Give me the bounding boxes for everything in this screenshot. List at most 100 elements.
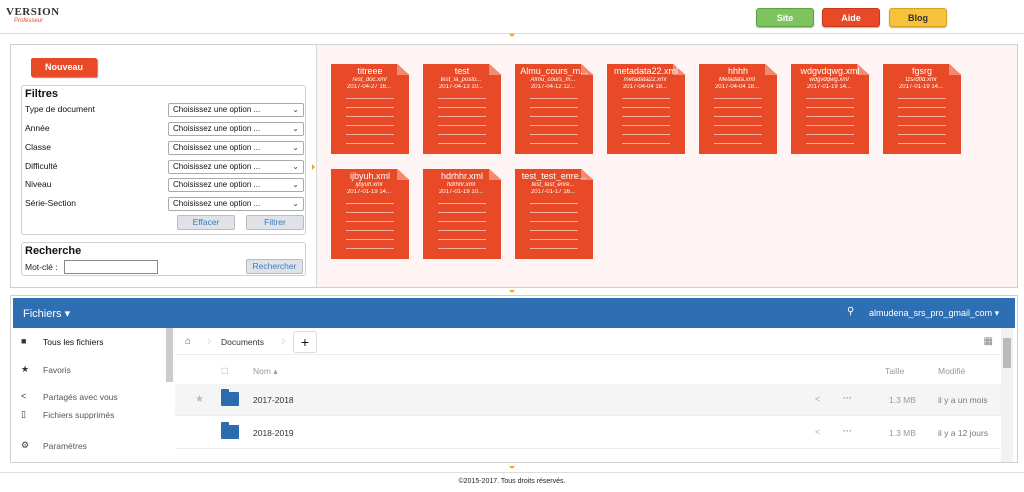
text-line — [622, 134, 670, 135]
home-icon[interactable]: ⌂ — [185, 336, 191, 347]
document-file: hdrhhr.xml — [446, 182, 476, 188]
annee-select[interactable]: Choisissez une option ... ⌄ — [168, 122, 304, 136]
text-line — [530, 98, 578, 99]
document-date: 2017-04-27 16... — [346, 84, 392, 90]
document-date: 2017-01-17 16... — [530, 189, 576, 195]
text-line — [438, 212, 486, 213]
grid-view-icon[interactable]: ▦ — [984, 336, 993, 347]
sidebar-item-label: Tous les fichiers — [43, 337, 104, 347]
resize-arrow-icon[interactable] — [312, 164, 315, 170]
site-button[interactable]: Site — [756, 8, 814, 27]
more-icon[interactable]: ··· — [843, 426, 852, 436]
document-card[interactable]: hhhh Metadata.xml 2017-04-04 18... — [699, 64, 777, 154]
difficulte-select[interactable]: Choisissez une option ... ⌄ — [168, 160, 304, 174]
search-icon[interactable]: ⚲ — [847, 306, 854, 317]
file-size: 1.3 MB — [889, 428, 916, 438]
text-line — [714, 107, 762, 108]
sidebar-scrollbar[interactable] — [166, 328, 173, 382]
filter-label: Année — [25, 123, 50, 133]
document-file: wdgvdqwg.xml — [809, 77, 849, 83]
text-line — [530, 221, 578, 222]
text-line — [530, 212, 578, 213]
document-title: ijbyuh.xml — [349, 171, 390, 181]
filter-label: Classe — [25, 142, 51, 152]
text-line — [346, 221, 394, 222]
chevron-down-icon: ⌄ — [292, 199, 299, 208]
folder-icon — [221, 389, 239, 406]
blog-button[interactable]: Blog — [889, 8, 947, 27]
table-row[interactable]: ★ 2017-2018 < ··· 1.3 MB il y a un mois — [175, 384, 1001, 416]
text-line — [438, 98, 486, 99]
document-file: ijbyuh.xml — [355, 182, 383, 188]
gear-icon: ⚙ — [21, 440, 30, 450]
document-card[interactable]: test test_la_posto... 2017-04-13 10... — [423, 64, 501, 154]
table-row[interactable]: 2018-2019 < ··· 1.3 MB il y a 12 jours — [175, 417, 1001, 449]
text-line — [714, 116, 762, 117]
star-icon[interactable]: ★ — [195, 394, 204, 405]
text-line — [898, 134, 946, 135]
document-card[interactable]: Almu_cours_m... Almu_cours_m... 2017-04-12… — [515, 64, 593, 154]
trash-icon: ▯ — [21, 409, 26, 419]
folder-icon: ■ — [21, 336, 27, 346]
column-modified[interactable]: Modifié — [938, 366, 965, 376]
sidebar-item-label: Paramètres — [43, 441, 87, 451]
breadcrumb-documents[interactable]: Documents — [221, 337, 264, 347]
document-card[interactable]: metadata22.xml metadata22.xml 2017-04-04 1… — [607, 64, 685, 154]
sort-up-icon: ▴ — [273, 366, 278, 376]
document-card[interactable]: wdgvdqwg.xml wdgvdqwg.xml 2017-01-19 14... — [791, 64, 869, 154]
text-line — [438, 239, 486, 240]
files-app-title[interactable]: Fichiers ▾ — [23, 307, 70, 320]
document-date: 2017-04-04 18... — [714, 84, 760, 90]
share-icon[interactable]: < — [815, 394, 820, 404]
type-document-select[interactable]: Choisissez une option ... ⌄ — [168, 103, 304, 117]
document-card[interactable]: ijbyuh.xml ijbyuh.xml 2017-01-19 14... — [331, 169, 409, 259]
collapse-arrow-icon[interactable] — [509, 290, 515, 293]
logo-main: VERSION — [6, 6, 60, 18]
rechercher-button[interactable]: Rechercher — [246, 259, 303, 274]
file-name[interactable]: 2017-2018 — [253, 395, 294, 405]
document-file: Almu_cours_m... — [530, 77, 576, 83]
text-line — [530, 134, 578, 135]
filtres-title: Filtres — [25, 88, 59, 100]
user-menu[interactable]: almudena_srs_pro_gmail_com ▾ — [869, 308, 999, 319]
text-line — [806, 125, 854, 126]
document-panel: Nouveau Filtres Type de document Choisis… — [10, 44, 1018, 288]
document-card[interactable]: titreee Test_doc.xml 2017-04-27 16... — [331, 64, 409, 154]
niveau-select[interactable]: Choisissez une option ... ⌄ — [168, 178, 304, 192]
serie-section-select[interactable]: Choisissez une option ... ⌄ — [168, 197, 304, 211]
select-all-checkbox[interactable]: ☐ — [221, 366, 229, 377]
classe-select[interactable]: Choisissez une option ... ⌄ — [168, 141, 304, 155]
text-line — [346, 134, 394, 135]
text-line — [346, 107, 394, 108]
document-card[interactable]: hdrhhr.xml hdrhhr.xml 2017-01-19 10... — [423, 169, 501, 259]
document-date: 2017-04-13 10... — [438, 84, 484, 90]
nouveau-button[interactable]: Nouveau — [31, 58, 97, 77]
document-card[interactable]: fgsrg tzsrdffd.xml 2017-01-19 14... — [883, 64, 961, 154]
logo[interactable]: VERSION Professeur — [6, 6, 66, 32]
filtrer-button[interactable]: Filtrer — [246, 215, 304, 230]
text-line — [530, 239, 578, 240]
share-icon[interactable]: < — [815, 427, 820, 437]
chevron-down-icon: ⌄ — [292, 105, 299, 114]
new-button[interactable]: + — [293, 331, 317, 353]
text-line — [438, 134, 486, 135]
file-name[interactable]: 2018-2019 — [253, 428, 294, 438]
filter-annee: Année Choisissez une option ... ⌄ — [25, 122, 304, 138]
text-line — [714, 143, 762, 144]
scrollbar-thumb[interactable] — [1003, 338, 1011, 368]
collapse-arrow-icon[interactable] — [509, 34, 515, 37]
text-line — [438, 116, 486, 117]
motcle-input[interactable] — [64, 260, 158, 274]
more-icon[interactable]: ··· — [843, 393, 852, 403]
effacer-button[interactable]: Effacer — [177, 215, 235, 230]
main-scrollbar[interactable] — [1001, 328, 1013, 462]
column-size[interactable]: Taille — [885, 366, 904, 376]
document-card[interactable]: test_test_enre... test_test_enre... 2017-0… — [515, 169, 593, 259]
column-name[interactable]: Nom ▴ — [253, 366, 278, 377]
collapse-arrow-icon[interactable] — [509, 466, 515, 469]
text-line — [806, 134, 854, 135]
recherche-title: Recherche — [25, 245, 82, 257]
sidebar-item-label: Favoris — [43, 365, 71, 375]
aide-button[interactable]: Aide — [822, 8, 880, 27]
filter-classe: Classe Choisissez une option ... ⌄ — [25, 141, 304, 157]
